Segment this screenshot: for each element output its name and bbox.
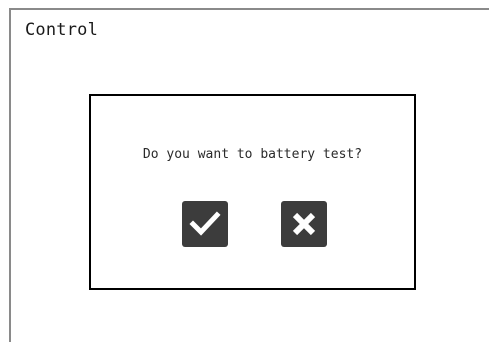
checkmark-icon bbox=[189, 211, 221, 236]
frame-top-border bbox=[9, 8, 489, 10]
control-screen: Control Do you want to battery test? bbox=[0, 0, 489, 342]
close-x-icon bbox=[292, 212, 316, 236]
confirm-button[interactable] bbox=[182, 201, 228, 247]
battery-test-dialog: Do you want to battery test? bbox=[89, 94, 416, 290]
frame-left-border bbox=[9, 8, 11, 342]
cancel-button[interactable] bbox=[281, 201, 327, 247]
screen-title: Control bbox=[25, 20, 99, 40]
dialog-message: Do you want to battery test? bbox=[142, 147, 363, 162]
